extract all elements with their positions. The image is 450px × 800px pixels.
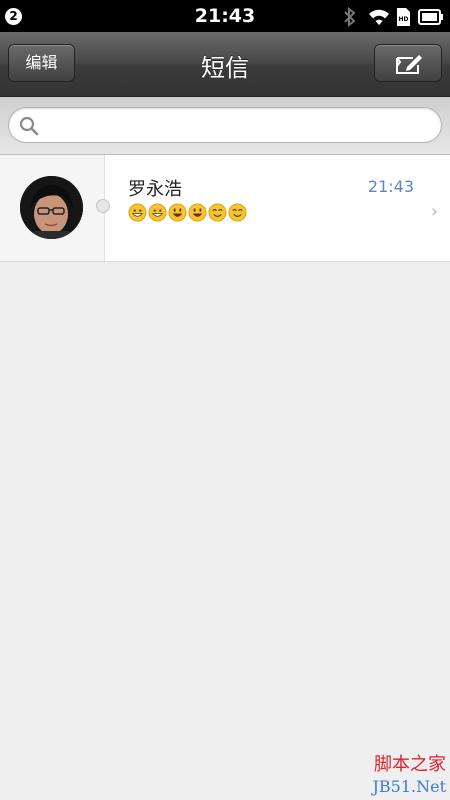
page-title: 短信: [201, 54, 249, 82]
timeline-dot: [96, 199, 110, 213]
watermark-line2: JB51.Net: [372, 777, 446, 796]
wifi-icon: [369, 9, 389, 25]
chevron-right-icon: ›: [430, 201, 438, 222]
smiling-face-open-mouth-emoji-icon: [168, 203, 187, 222]
watermark: 脚本之家 JB51.Net: [372, 754, 446, 798]
battery-icon: [418, 9, 443, 25]
message-preview: [128, 203, 247, 223]
watermark-line1: 脚本之家: [374, 754, 446, 775]
conversation-list: 罗永浩 21:43 ›: [0, 155, 450, 262]
search-icon: [19, 116, 39, 136]
avatar[interactable]: [20, 176, 83, 239]
contact-name: 罗永浩: [128, 179, 182, 200]
message-time: 21:43: [367, 177, 414, 196]
compose-button[interactable]: [374, 44, 442, 82]
sim-hd-icon: HD: [397, 8, 410, 26]
avatar-column: [0, 155, 105, 261]
status-bar: 2 21:43 HD: [0, 0, 450, 32]
edit-button[interactable]: 编辑: [8, 44, 75, 82]
grinning-face-emoji-icon: [148, 203, 167, 222]
grinning-face-emoji-icon: [128, 203, 147, 222]
compose-icon: [396, 55, 422, 74]
smiling-face-emoji-icon: [228, 203, 247, 222]
smiling-face-open-mouth-emoji-icon: [188, 203, 207, 222]
nav-bar: 编辑 短信: [0, 32, 450, 97]
search-box[interactable]: [8, 107, 442, 143]
svg-text:HD: HD: [398, 16, 408, 23]
smiling-face-emoji-icon: [208, 203, 227, 222]
search-input[interactable]: [49, 112, 433, 140]
bluetooth-icon: [344, 7, 356, 27]
search-bar: [0, 97, 450, 155]
